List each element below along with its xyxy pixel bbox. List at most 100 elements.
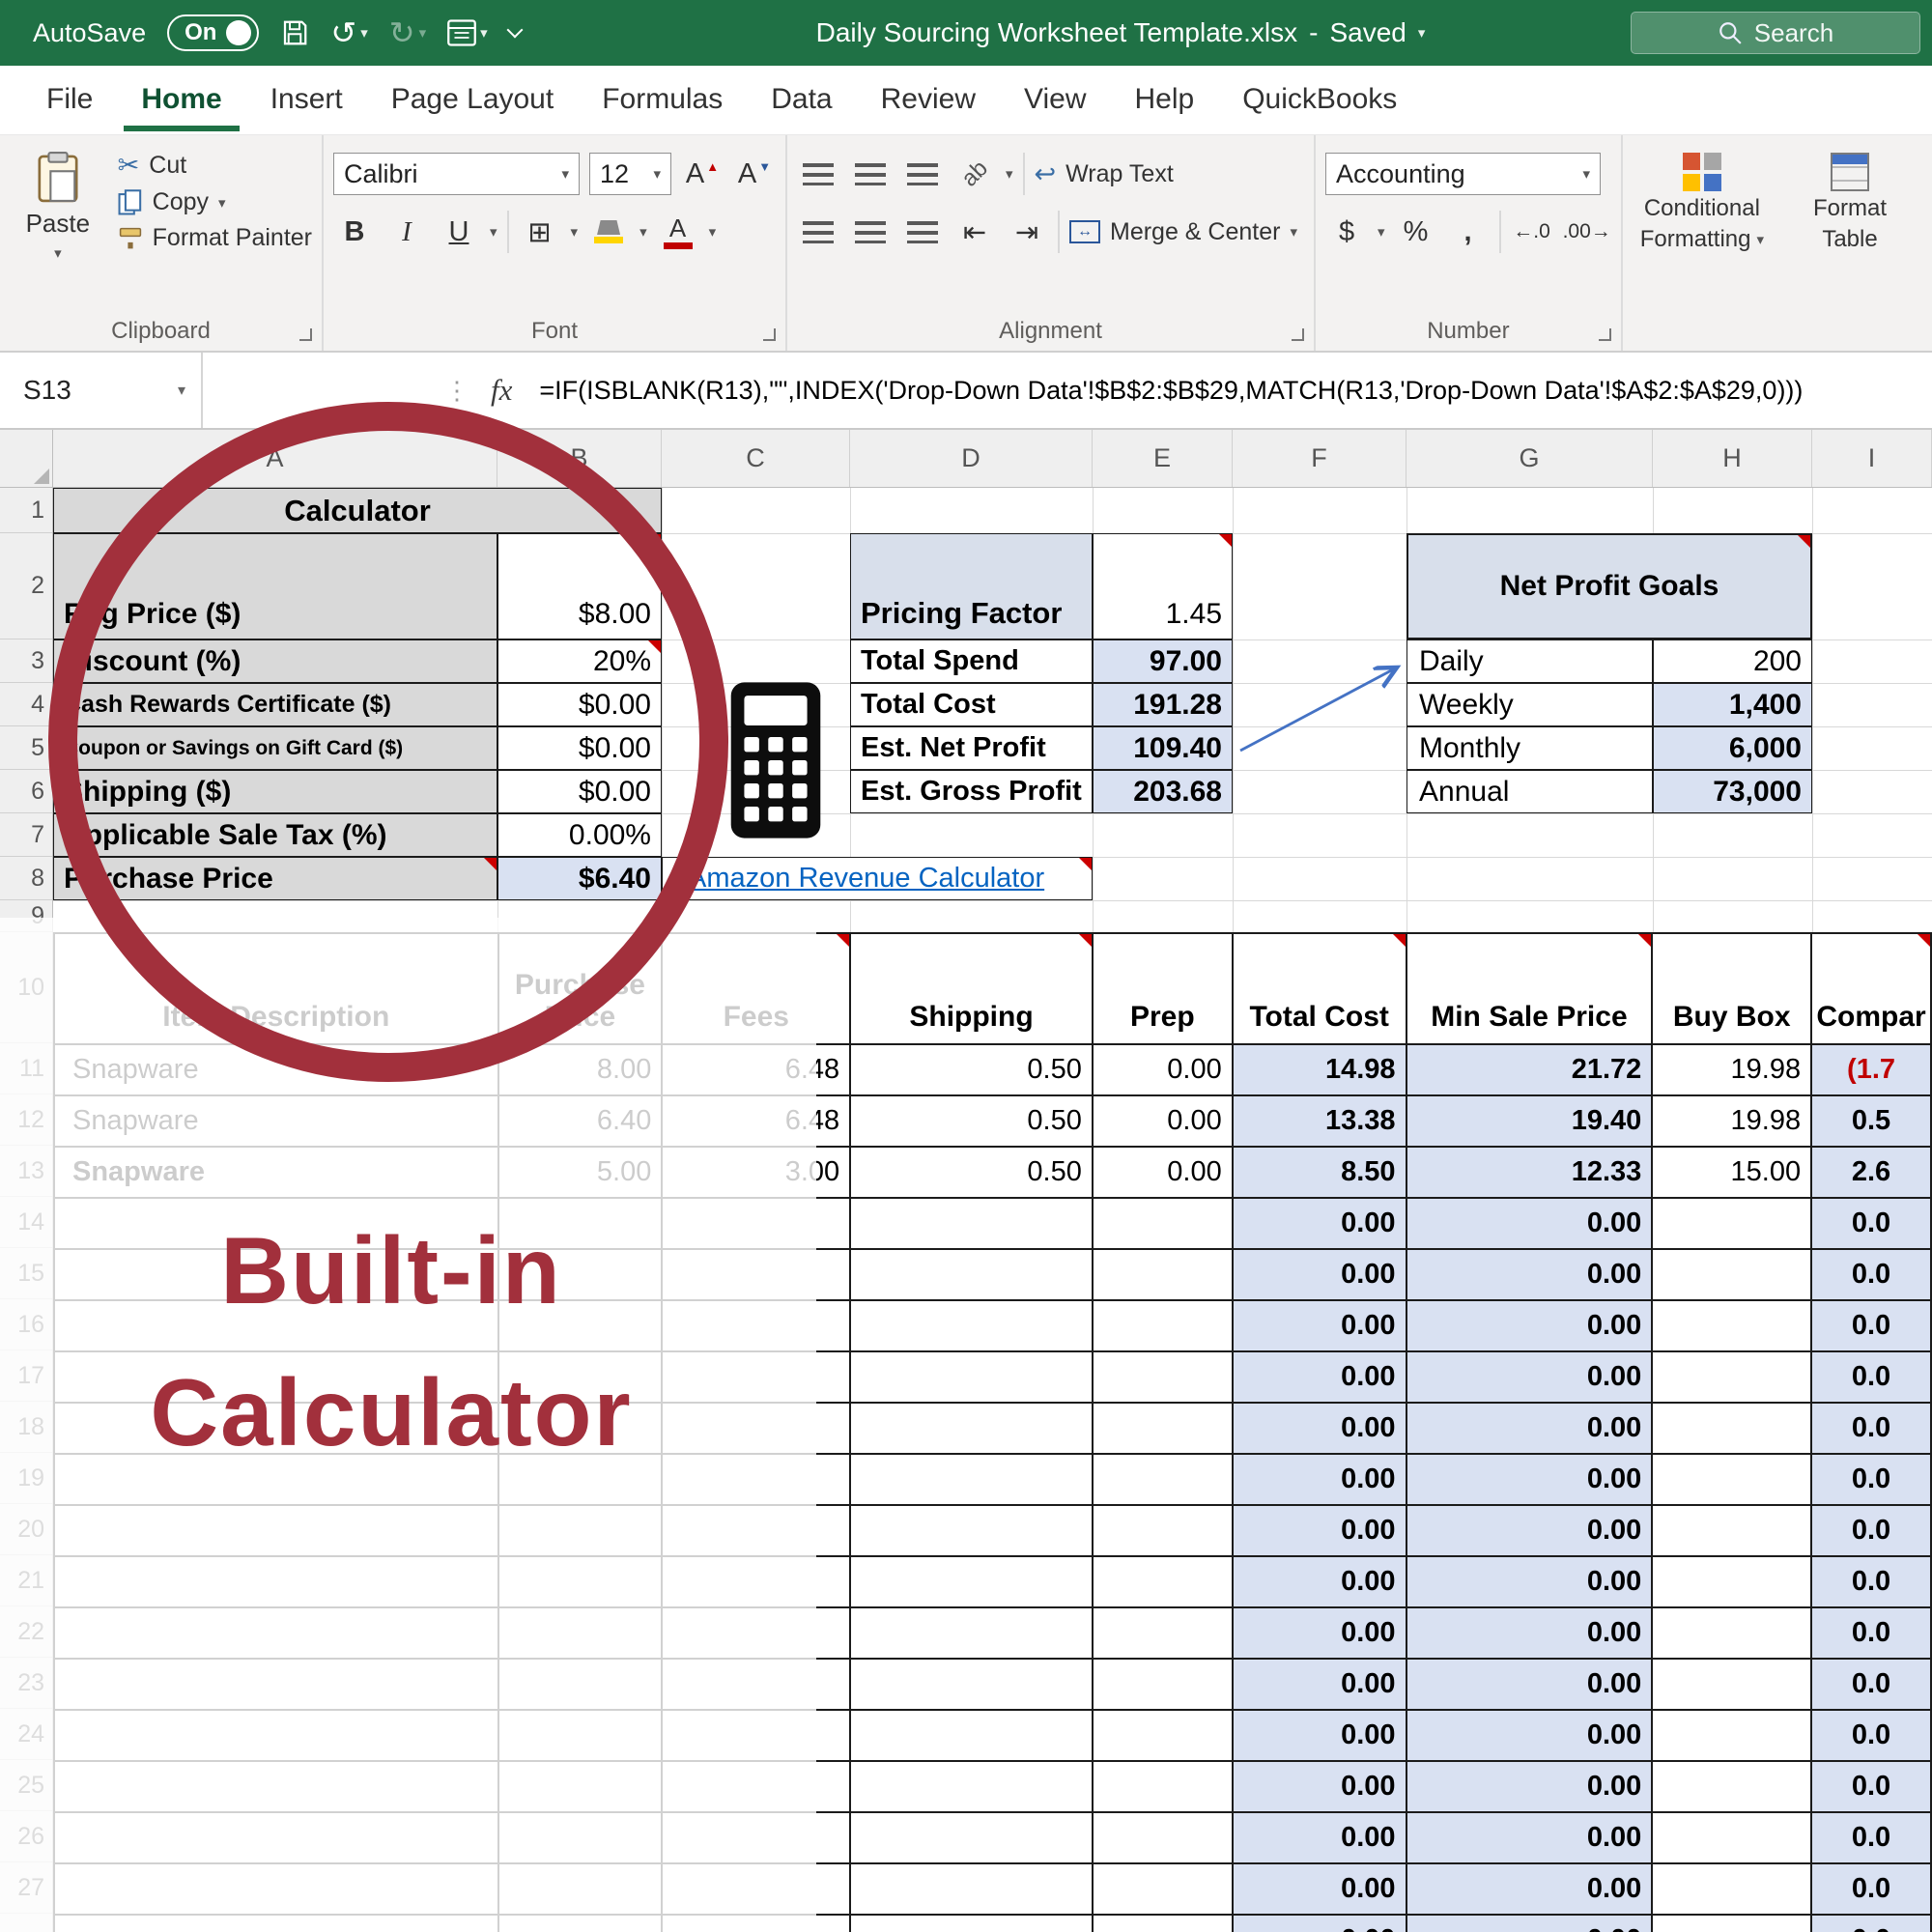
- cell-comparison[interactable]: 0.0: [1812, 1608, 1932, 1660]
- cell-prep[interactable]: [1093, 1301, 1234, 1352]
- number-dialog-launcher[interactable]: [1598, 328, 1611, 341]
- cell-item-description[interactable]: [55, 1506, 499, 1557]
- search-box[interactable]: Search: [1631, 12, 1920, 54]
- cell-annual-label[interactable]: Annual: [1406, 770, 1653, 813]
- cell-min-sale-price[interactable]: 0.00: [1406, 1916, 1654, 1932]
- cell-total-cost[interactable]: 8.50: [1233, 1148, 1407, 1199]
- cell-buy-box[interactable]: [1653, 1864, 1813, 1916]
- cell-fees[interactable]: 6.48: [663, 1045, 852, 1096]
- save-button[interactable]: [280, 18, 309, 47]
- cell-fees[interactable]: [663, 1660, 852, 1711]
- chevron-down-icon[interactable]: ▾: [1378, 223, 1385, 241]
- name-box[interactable]: S13 ▾: [0, 353, 203, 428]
- cell-buy-box[interactable]: [1653, 1557, 1813, 1608]
- merge-center-button[interactable]: ↔ Merge & Center ▾: [1069, 218, 1297, 246]
- cell-total-cost[interactable]: 0.00: [1233, 1660, 1407, 1711]
- cell-comparison[interactable]: 0.0: [1812, 1199, 1932, 1250]
- cell-total-cost[interactable]: 0.00: [1233, 1352, 1407, 1404]
- cell-shipping[interactable]: [851, 1250, 1094, 1301]
- header-total-cost[interactable]: Total Cost: [1233, 934, 1407, 1045]
- cell-buy-box[interactable]: [1653, 1301, 1813, 1352]
- header-shipping[interactable]: Shipping: [851, 934, 1094, 1045]
- chevron-down-icon[interactable]: ▾: [1290, 223, 1297, 241]
- cell-prep[interactable]: 0.00: [1093, 1148, 1234, 1199]
- cell-annual-value[interactable]: 73,000: [1653, 770, 1812, 813]
- cell-total-cost[interactable]: 0.00: [1233, 1199, 1407, 1250]
- cell-purchase-price[interactable]: [498, 1762, 664, 1813]
- underline-button[interactable]: U: [438, 211, 480, 253]
- cell-shipping-value[interactable]: $0.00: [497, 770, 662, 813]
- cell-buy-box[interactable]: [1653, 1762, 1813, 1813]
- cell-comparison[interactable]: 0.0: [1812, 1711, 1932, 1762]
- cell-item-description[interactable]: [55, 1660, 499, 1711]
- cell-purchase-price[interactable]: 8.00: [498, 1045, 664, 1096]
- cell-buy-box[interactable]: [1653, 1608, 1813, 1660]
- cell-purchase-price[interactable]: [498, 1660, 664, 1711]
- borders-button[interactable]: ⊞: [519, 211, 561, 253]
- cell-comparison[interactable]: 0.0: [1812, 1352, 1932, 1404]
- cell-buy-box[interactable]: [1653, 1711, 1813, 1762]
- cell-prep[interactable]: [1093, 1864, 1234, 1916]
- cell-fees[interactable]: [663, 1404, 852, 1455]
- cell-total-spend-label[interactable]: Total Spend: [850, 639, 1093, 683]
- chevron-down-icon[interactable]: ▾: [54, 244, 62, 262]
- cell-min-sale-price[interactable]: 0.00: [1406, 1301, 1654, 1352]
- tab-data[interactable]: Data: [753, 70, 849, 131]
- cell-purchase-price[interactable]: [498, 1455, 664, 1506]
- cell-buy-box[interactable]: [1653, 1404, 1813, 1455]
- cell-est-net-profit-value[interactable]: 109.40: [1093, 726, 1233, 770]
- cell-item-description[interactable]: [55, 1199, 499, 1250]
- cell-fees[interactable]: [663, 1762, 852, 1813]
- cell-shipping[interactable]: [851, 1660, 1094, 1711]
- cell-fees[interactable]: [663, 1352, 852, 1404]
- cell-total-cost[interactable]: 0.00: [1233, 1301, 1407, 1352]
- cell-item-description[interactable]: Snapware: [55, 1096, 499, 1148]
- header-purchase-price[interactable]: Purchase Price: [498, 934, 664, 1045]
- cell-fees[interactable]: [663, 1455, 852, 1506]
- cell-cash-rewards-value[interactable]: $0.00: [497, 683, 662, 726]
- tab-review[interactable]: Review: [864, 70, 993, 131]
- quick-command-button[interactable]: ▾: [447, 19, 488, 46]
- chevron-down-icon[interactable]: ▾: [419, 24, 427, 42]
- cell-min-sale-price[interactable]: 0.00: [1406, 1199, 1654, 1250]
- cell-fees[interactable]: [663, 1813, 852, 1864]
- cell-fees[interactable]: [663, 1506, 852, 1557]
- cell-shipping[interactable]: [851, 1916, 1094, 1932]
- cell-buy-box[interactable]: [1653, 1916, 1813, 1932]
- cell-purchase-price[interactable]: [498, 1352, 664, 1404]
- cell-buy-box[interactable]: 19.98: [1653, 1045, 1813, 1096]
- cell-discount-value[interactable]: 20%: [497, 639, 662, 683]
- cell-prep[interactable]: [1093, 1199, 1234, 1250]
- cell-total-cost[interactable]: 14.98: [1233, 1045, 1407, 1096]
- increase-indent-button[interactable]: ⇥: [1006, 211, 1048, 253]
- format-painter-button[interactable]: Format Painter: [118, 224, 312, 252]
- cell-total-cost[interactable]: 0.00: [1233, 1711, 1407, 1762]
- cell-total-spend-value[interactable]: 97.00: [1093, 639, 1233, 683]
- cell-purchase-price[interactable]: [498, 1608, 664, 1660]
- cell-buy-box[interactable]: 15.00: [1653, 1148, 1813, 1199]
- cell-prep[interactable]: [1093, 1711, 1234, 1762]
- insert-function-button[interactable]: fx: [491, 373, 512, 408]
- cell-comparison[interactable]: 0.0: [1812, 1762, 1932, 1813]
- amazon-revenue-calculator-link[interactable]: Amazon Revenue Calculator: [663, 863, 1044, 895]
- cell-prep[interactable]: 0.00: [1093, 1096, 1234, 1148]
- cell-total-cost[interactable]: 0.00: [1233, 1404, 1407, 1455]
- cell-purchase-price[interactable]: 5.00: [498, 1148, 664, 1199]
- cell-total-cost[interactable]: 0.00: [1233, 1608, 1407, 1660]
- conditional-formatting-button[interactable]: Conditional Formatting ▾: [1640, 147, 1764, 312]
- cell-item-description[interactable]: [55, 1404, 499, 1455]
- cell-min-sale-price[interactable]: 0.00: [1406, 1711, 1654, 1762]
- cell-fees[interactable]: [663, 1711, 852, 1762]
- cell-prep[interactable]: 0.00: [1093, 1045, 1234, 1096]
- cell-discount-label[interactable]: Discount (%): [53, 639, 497, 683]
- cell-min-sale-price[interactable]: 0.00: [1406, 1455, 1654, 1506]
- cell-shipping[interactable]: [851, 1404, 1094, 1455]
- cell-monthly-value[interactable]: 6,000: [1653, 726, 1812, 770]
- cell-min-sale-price[interactable]: 0.00: [1406, 1813, 1654, 1864]
- cell-min-sale-price[interactable]: 0.00: [1406, 1762, 1654, 1813]
- cell-purchase-price[interactable]: [498, 1711, 664, 1762]
- cell-buy-box[interactable]: [1653, 1660, 1813, 1711]
- cell-comparison[interactable]: 0.0: [1812, 1864, 1932, 1916]
- cell-comparison[interactable]: (1.7: [1812, 1045, 1932, 1096]
- cell-purchase-price[interactable]: [498, 1506, 664, 1557]
